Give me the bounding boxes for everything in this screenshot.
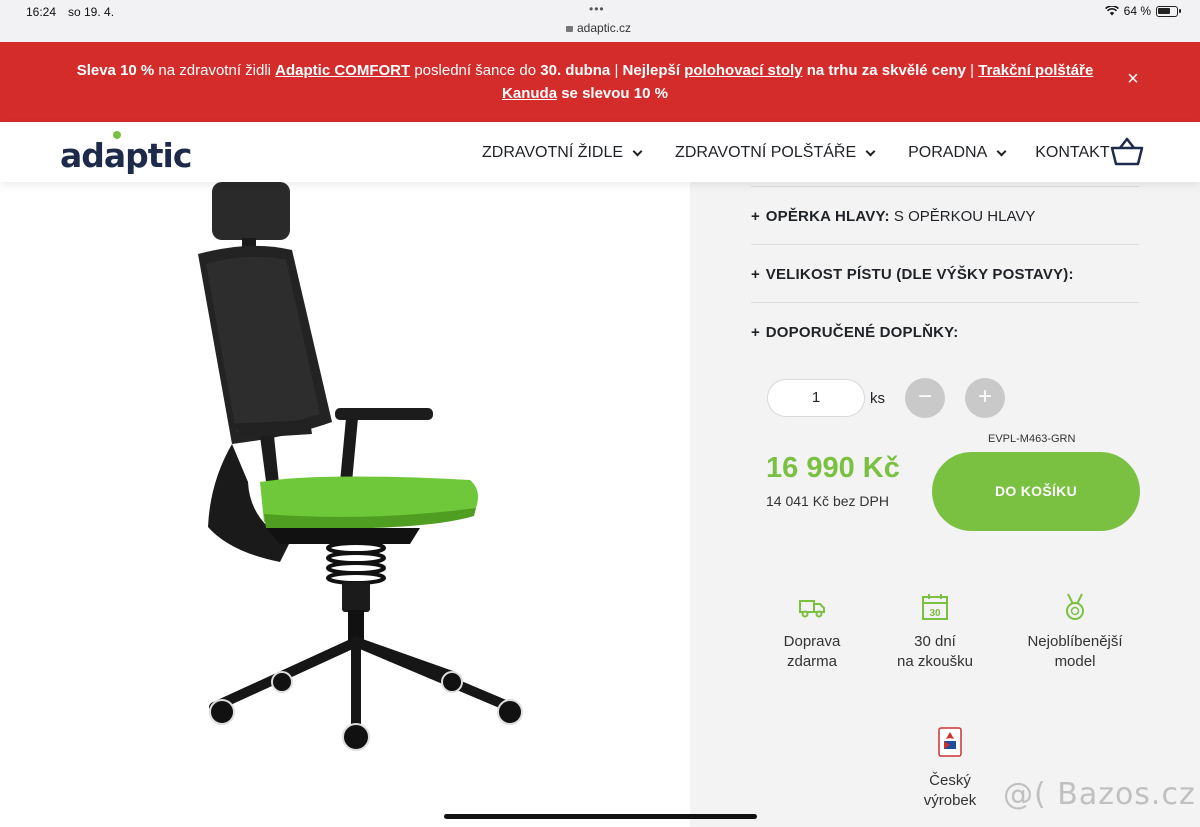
promo-link[interactable]: Adaptic COMFORT: [275, 62, 410, 79]
multitasking-dots-icon[interactable]: •••: [589, 2, 605, 16]
logo-leaf-icon: [113, 131, 121, 139]
site-header: adaptic ZDRAVOTNÍ ŽIDLE ZDRAVOTNÍ POLŠTÁ…: [0, 122, 1200, 182]
option-value: S OPĚRKOU HLAVY: [889, 208, 1036, 225]
calendar-30-icon: 30: [922, 594, 948, 620]
home-indicator[interactable]: [444, 814, 757, 819]
feature-line: zdarma: [786, 653, 838, 670]
close-icon[interactable]: ×: [1124, 69, 1142, 89]
shopping-basket-icon[interactable]: [1110, 136, 1144, 166]
promo-emphasis: Nejlepší: [622, 62, 685, 79]
product-image-area: [0, 182, 690, 827]
nav-item-kontakt[interactable]: KONTAKT: [1035, 144, 1109, 162]
feature-line: 30 dní: [914, 633, 956, 650]
quantity-unit: ks: [870, 390, 885, 407]
option-label: OPĚRKA HLAVY:: [765, 208, 890, 225]
status-date: so 19. 4.: [68, 5, 115, 19]
nav-item-zdravotni-polstare[interactable]: ZDRAVOTNÍ POLŠTÁŘE: [675, 144, 876, 162]
feature-popular: Nejoblíbenější model: [1005, 592, 1145, 672]
feature-free-shipping: Doprava zdarma: [762, 592, 862, 672]
bazos-watermark: @( Bazos.cz: [1003, 777, 1196, 812]
chevron-down-icon: [865, 146, 876, 156]
product-sku: EVPL-M463-GRN: [988, 433, 1076, 445]
price: 16 990 Kč: [766, 452, 900, 484]
feature-line: Doprava: [783, 633, 841, 650]
promo-text-part: |: [610, 62, 623, 79]
promo-emphasis: Sleva 10 %: [76, 62, 155, 79]
option-label: DOPORUČENÉ DOPLŇKY:: [765, 324, 959, 341]
main-nav: ZDRAVOTNÍ ŽIDLE ZDRAVOTNÍ POLŠTÁŘE PORAD…: [482, 144, 1144, 162]
feature-line: na zkoušku: [897, 653, 973, 670]
nav-item-poradna[interactable]: PORADNA: [908, 144, 1007, 162]
status-indicators: 64 %: [1104, 4, 1181, 18]
promo-emphasis: na trhu za skvělé ceny: [802, 62, 966, 79]
czech-made-badge-icon: [938, 727, 962, 757]
nav-label: ZDRAVOTNÍ ŽIDLE: [482, 144, 624, 161]
promo-text: Sleva 10 % na zdravotní židli Adaptic CO…: [60, 59, 1110, 105]
chevron-down-icon: [632, 146, 643, 156]
promo-text-part: na zdravotní židli: [154, 62, 276, 79]
status-bar: 16:24 so 19. 4. ••• adaptic.cz 64 %: [0, 0, 1200, 42]
nav-label: ZDRAVOTNÍ POLŠTÁŘE: [675, 144, 857, 161]
promo-text-part: poslední šance do: [410, 62, 541, 79]
promo-link[interactable]: polohovací stoly: [684, 62, 802, 79]
address-bar[interactable]: adaptic.cz: [566, 21, 631, 35]
price-without-vat: 14 041 Kč bez DPH: [766, 493, 889, 509]
option-headrest[interactable]: + OPĚRKA HLAVY: S OPĚRKOU HLAVY: [751, 186, 1139, 244]
feature-line: Český: [929, 772, 971, 789]
logo[interactable]: adaptic: [60, 136, 192, 175]
feature-line: výrobek: [923, 792, 977, 809]
medal-icon: [1066, 593, 1084, 620]
status-time: 16:24: [26, 5, 57, 19]
promo-banner: Sleva 10 % na zdravotní židli Adaptic CO…: [0, 42, 1200, 122]
feature-line: model: [1054, 653, 1096, 670]
expand-plus-icon: +: [751, 266, 760, 283]
promo-emphasis: se slevou 10 %: [557, 85, 668, 102]
nav-label: KONTAKT: [1035, 144, 1110, 161]
nav-label: PORADNA: [908, 144, 988, 161]
wifi-icon: [1104, 6, 1119, 16]
product-configurator: + OPĚRKA HLAVY: S OPĚRKOU HLAVY + VELIKOST…: [690, 182, 1200, 827]
option-recommended-addons[interactable]: + DOPORUČENÉ DOPLŇKY:: [751, 302, 1139, 360]
promo-text-part: |: [966, 62, 979, 79]
feature-trial: 30 30 dní na zkoušku: [880, 592, 990, 672]
chevron-down-icon: [996, 146, 1007, 156]
url-text: adaptic.cz: [577, 21, 632, 35]
battery-percent: 64 %: [1123, 4, 1151, 18]
svg-text:30: 30: [929, 608, 941, 619]
nav-item-zdravotni-zidle[interactable]: ZDRAVOTNÍ ŽIDLE: [482, 144, 643, 162]
quantity-decrease-button[interactable]: −: [905, 378, 945, 418]
quantity-input[interactable]: 1: [767, 379, 865, 417]
option-piston-size[interactable]: + VELIKOST PÍSTU (DLE VÝŠKY POSTAVY):: [751, 244, 1139, 302]
expand-plus-icon: +: [751, 324, 760, 341]
office-chair-image[interactable]: [170, 182, 540, 762]
battery-icon: [1156, 5, 1181, 17]
option-label: VELIKOST PÍSTU (DLE VÝŠKY POSTAVY):: [765, 266, 1074, 283]
lock-icon: [566, 26, 573, 32]
add-to-cart-button[interactable]: DO KOŠÍKU: [932, 452, 1140, 531]
expand-plus-icon: +: [751, 208, 760, 225]
truck-icon: [799, 600, 825, 618]
feature-line: Nejoblíbenější: [1027, 633, 1123, 650]
feature-czech-made: Český výrobek: [900, 727, 1000, 811]
quantity-increase-button[interactable]: +: [965, 378, 1005, 418]
promo-emphasis: 30. dubna: [540, 62, 611, 79]
